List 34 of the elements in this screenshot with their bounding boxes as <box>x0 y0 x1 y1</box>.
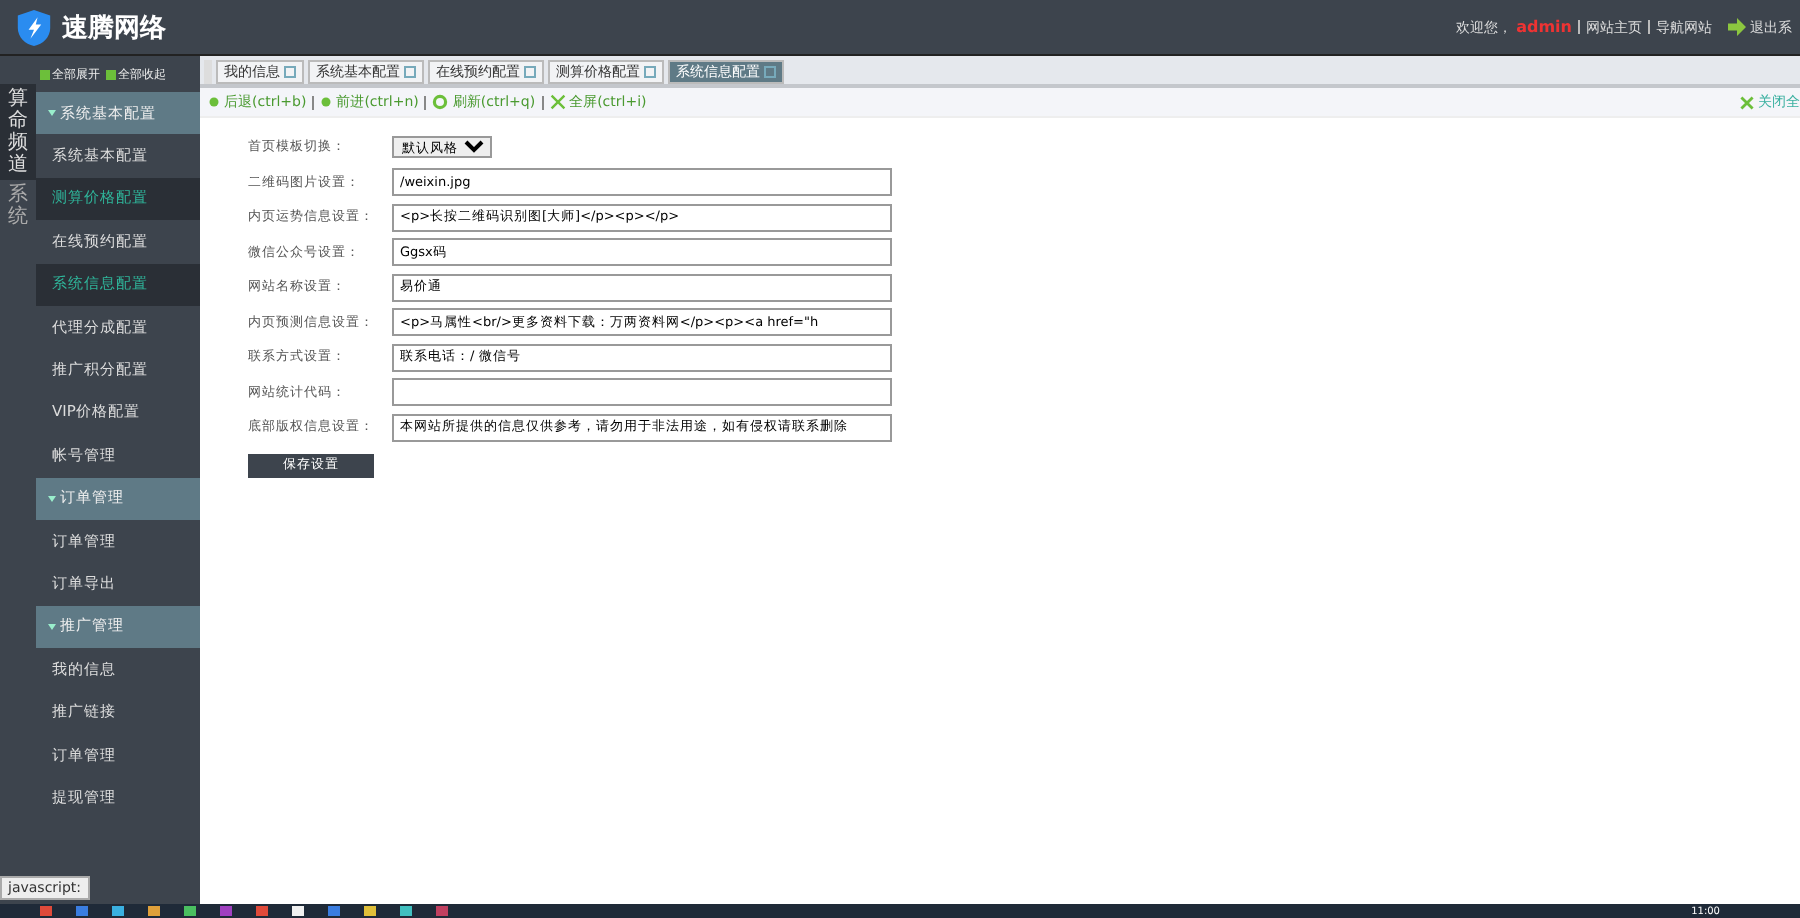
arrow-icon <box>1728 18 1746 36</box>
taskbar-icon[interactable] <box>184 906 196 916</box>
taskbar-icon[interactable] <box>256 906 268 916</box>
close-icon[interactable] <box>644 66 656 78</box>
taskbar-icon[interactable] <box>328 906 340 916</box>
user-name: admin <box>1516 18 1572 36</box>
square-icon <box>106 69 116 79</box>
input-field[interactable] <box>392 378 892 407</box>
taskbar-icon[interactable] <box>40 906 52 916</box>
vertical-tab[interactable]: 算命频道 <box>0 84 36 180</box>
close-icon[interactable] <box>284 66 296 78</box>
expand-icon <box>549 94 566 110</box>
close-icon <box>1740 95 1754 109</box>
taskbar-icon[interactable] <box>76 906 88 916</box>
shield-logo-icon <box>16 7 52 47</box>
caret-icon <box>48 495 56 502</box>
taskbar-icon[interactable] <box>112 906 124 916</box>
refresh-icon <box>432 94 449 110</box>
taskbar-icon[interactable] <box>220 906 232 916</box>
close-icon[interactable] <box>764 66 776 78</box>
taskbar-icon[interactable] <box>292 906 304 916</box>
vertical-tab[interactable]: 系统 <box>0 180 36 232</box>
taskbar-icon[interactable] <box>400 906 412 916</box>
taskbar-icon[interactable] <box>436 906 448 916</box>
taskbar-icon[interactable] <box>364 906 376 916</box>
caret-icon <box>48 623 56 630</box>
square-icon <box>40 69 50 79</box>
taskbar-icon[interactable] <box>148 906 160 916</box>
dot-icon <box>208 96 220 108</box>
close-icon[interactable] <box>524 66 536 78</box>
dot-icon <box>320 96 333 108</box>
close-icon[interactable] <box>404 66 416 78</box>
caret-icon <box>48 110 56 117</box>
logo-text: 速腾网络 <box>62 11 166 45</box>
